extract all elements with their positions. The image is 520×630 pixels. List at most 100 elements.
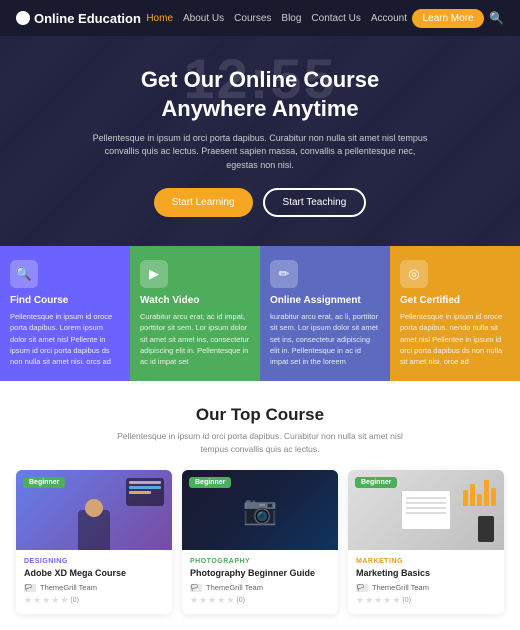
nav-courses[interactable]: Courses bbox=[234, 13, 271, 24]
course-rating-2: ★ ★ ★ ★ ★ (0) bbox=[190, 595, 330, 606]
courses-heading: Our Top Course bbox=[16, 405, 504, 425]
course-name-3: Marketing Basics bbox=[356, 568, 496, 580]
hero-title: Get Our Online Course Anywhere Anytime bbox=[90, 65, 430, 124]
brand-name: Online Education bbox=[34, 11, 141, 26]
star-4: ★ bbox=[383, 595, 391, 606]
course-info-1: DESIGNING Adobe XD Mega Course 🏳 ThemeGr… bbox=[16, 550, 172, 615]
feature-get-certified: ◎ Get Certified Pellentesque in ipsum id… bbox=[390, 246, 520, 381]
author-name-3: ThemeGrill Team bbox=[372, 583, 429, 592]
beginner-badge-2: Beginner bbox=[189, 477, 231, 488]
find-course-desc: Pellentesque in ipsum id oroce porta dap… bbox=[10, 311, 120, 367]
feature-watch-video: ▶ Watch Video Curabitur arcu erat, ac id… bbox=[130, 246, 260, 381]
courses-subtitle: Pellentesque in ipsum id orci porta dapi… bbox=[110, 430, 410, 456]
find-course-icon-wrapper: 🔍 bbox=[10, 260, 38, 288]
nav-links: Home About Us Courses Blog Contact Us Ac… bbox=[146, 13, 407, 24]
beginner-badge-3: Beginner bbox=[355, 477, 397, 488]
course-info-2: PHOTOGRAPHY Photography Beginner Guide 🏳… bbox=[182, 550, 338, 615]
notebook-icon bbox=[401, 490, 451, 530]
navbar: Online Education Home About Us Courses B… bbox=[0, 0, 520, 36]
star-5: ★ bbox=[60, 595, 68, 606]
feature-find-course: 🔍 Find Course Pellentesque in ipsum id o… bbox=[0, 246, 130, 381]
hero-section: 12:55 Get Our Online Course Anywhere Any… bbox=[0, 36, 520, 246]
person-silhouette bbox=[74, 495, 114, 550]
course-card-2[interactable]: 📷 Beginner PHOTOGRAPHY Photography Begin… bbox=[182, 470, 338, 615]
rating-count-2: (0) bbox=[236, 597, 245, 604]
star-5: ★ bbox=[226, 595, 234, 606]
star-2: ★ bbox=[33, 595, 41, 606]
certified-desc: Pellentesque in ipsum id oroce porta dap… bbox=[400, 311, 510, 367]
rating-count-1: (0) bbox=[70, 597, 79, 604]
nav-contact[interactable]: Contact Us bbox=[311, 13, 360, 24]
nav-home[interactable]: Home bbox=[146, 13, 173, 24]
star-1: ★ bbox=[190, 595, 198, 606]
hero-subtitle: Pellentesque in ipsum id orci porta dapi… bbox=[90, 132, 430, 173]
start-teaching-button[interactable]: Start Teaching bbox=[263, 188, 367, 217]
search-icon: 🔍 bbox=[16, 266, 32, 282]
stars-1: ★ ★ ★ ★ ★ bbox=[24, 595, 68, 606]
star-3: ★ bbox=[374, 595, 382, 606]
feature-online-assignment: ✏ Online Assignment kurabitur arcu erat,… bbox=[260, 246, 390, 381]
stars-2: ★ ★ ★ ★ ★ bbox=[190, 595, 234, 606]
course-card-1[interactable]: Beginner DESIGNING Adobe XD Mega Course … bbox=[16, 470, 172, 615]
brand-logo[interactable]: Online Education bbox=[16, 11, 141, 26]
certificate-icon: ◎ bbox=[408, 266, 419, 282]
course-rating-1: ★ ★ ★ ★ ★ (0) bbox=[24, 595, 164, 606]
features-section: 🔍 Find Course Pellentesque in ipsum id o… bbox=[0, 246, 520, 381]
course-category-2: PHOTOGRAPHY bbox=[190, 558, 330, 565]
phone-icon bbox=[478, 516, 494, 542]
star-4: ★ bbox=[217, 595, 225, 606]
course-thumb-3: Beginner bbox=[348, 470, 504, 550]
course-author-2: 🏳 ThemeGrill Team bbox=[190, 583, 330, 592]
author-name-1: ThemeGrill Team bbox=[40, 583, 97, 592]
course-author-3: 🏳 ThemeGrill Team bbox=[356, 583, 496, 592]
course-thumb-1: Beginner bbox=[16, 470, 172, 550]
nav-about[interactable]: About Us bbox=[183, 13, 224, 24]
course-name-1: Adobe XD Mega Course bbox=[24, 568, 164, 580]
rating-count-3: (0) bbox=[402, 597, 411, 604]
course-category-1: DESIGNING bbox=[24, 558, 164, 565]
author-flag-2: 🏳 bbox=[190, 584, 202, 592]
nav-blog[interactable]: Blog bbox=[281, 13, 301, 24]
star-3: ★ bbox=[42, 595, 50, 606]
course-category-3: MARKETING bbox=[356, 558, 496, 565]
course-thumb-2: 📷 Beginner bbox=[182, 470, 338, 550]
author-flag-3: 🏳 bbox=[356, 584, 368, 592]
course-author-1: 🏳 ThemeGrill Team bbox=[24, 583, 164, 592]
star-2: ★ bbox=[199, 595, 207, 606]
courses-section: Our Top Course Pellentesque in ipsum id … bbox=[0, 381, 520, 630]
search-icon[interactable]: 🔍 bbox=[489, 11, 504, 25]
certified-title: Get Certified bbox=[400, 295, 510, 306]
nav-account[interactable]: Account bbox=[371, 13, 407, 24]
star-1: ★ bbox=[356, 595, 364, 606]
certified-icon-wrapper: ◎ bbox=[400, 260, 428, 288]
watch-video-title: Watch Video bbox=[140, 295, 250, 306]
learn-more-button[interactable]: Learn More bbox=[412, 9, 483, 28]
assignment-title: Online Assignment bbox=[270, 295, 380, 306]
star-1: ★ bbox=[24, 595, 32, 606]
star-5: ★ bbox=[392, 595, 400, 606]
camera-icon: 📷 bbox=[243, 493, 278, 526]
pencil-icon: ✏ bbox=[279, 266, 290, 282]
courses-header: Our Top Course Pellentesque in ipsum id … bbox=[16, 405, 504, 456]
assignment-icon-wrapper: ✏ bbox=[270, 260, 298, 288]
watch-video-icon-wrapper: ▶ bbox=[140, 260, 168, 288]
assignment-desc: kurabitur arcu erat, ac li, porttitor si… bbox=[270, 311, 380, 367]
stars-3: ★ ★ ★ ★ ★ bbox=[356, 595, 400, 606]
logo-circle-icon bbox=[16, 11, 30, 25]
course-name-2: Photography Beginner Guide bbox=[190, 568, 330, 580]
author-flag-1: 🏳 bbox=[24, 584, 36, 592]
star-3: ★ bbox=[208, 595, 216, 606]
watch-video-desc: Curabitur arcu erat, ac id impat, portti… bbox=[140, 311, 250, 367]
star-4: ★ bbox=[51, 595, 59, 606]
course-card-3[interactable]: Beginner MARKETING Marketing Basics 🏳 Th… bbox=[348, 470, 504, 615]
star-2: ★ bbox=[365, 595, 373, 606]
hero-buttons: Start Learning Start Teaching bbox=[90, 188, 430, 217]
course-info-3: MARKETING Marketing Basics 🏳 ThemeGrill … bbox=[348, 550, 504, 615]
author-name-2: ThemeGrill Team bbox=[206, 583, 263, 592]
find-course-title: Find Course bbox=[10, 295, 120, 306]
play-icon: ▶ bbox=[149, 266, 159, 282]
hero-content: Get Our Online Course Anywhere Anytime P… bbox=[70, 65, 450, 218]
beginner-badge-1: Beginner bbox=[23, 477, 65, 488]
start-learning-button[interactable]: Start Learning bbox=[154, 188, 253, 217]
course-cards-container: Beginner DESIGNING Adobe XD Mega Course … bbox=[16, 470, 504, 615]
